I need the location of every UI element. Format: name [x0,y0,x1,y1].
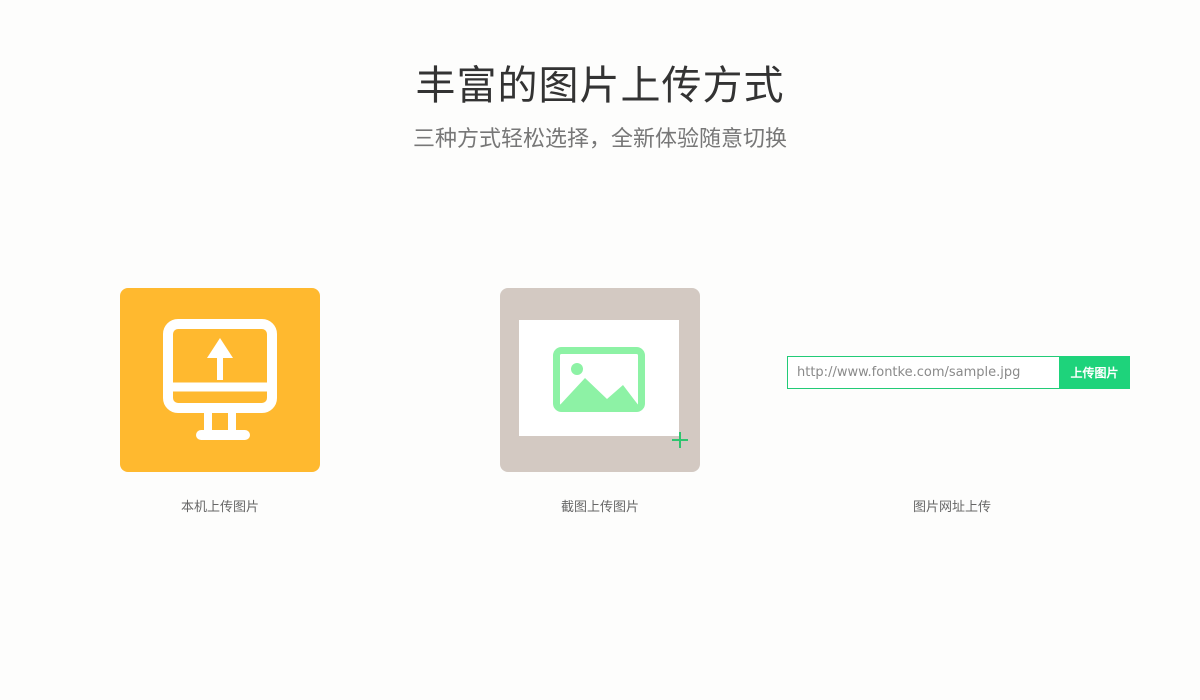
url-upload-label: 图片网址上传 [912,500,991,515]
url-input[interactable] [787,356,1059,389]
monitor-upload-icon [163,319,277,440]
local-upload-card[interactable] [120,288,320,472]
screenshot-canvas [519,320,679,436]
plus-icon[interactable] [670,430,690,450]
page-title: 丰富的图片上传方式 [415,63,785,109]
page-subtitle: 三种方式轻松选择，全新体验随意切换 [412,127,787,152]
upload-image-button[interactable]: 上传图片 [1059,356,1130,389]
image-icon [553,347,645,412]
url-upload-form: 上传图片 [787,356,1130,389]
local-upload-label: 本机上传图片 [180,500,259,515]
screenshot-upload-label: 截图上传图片 [560,500,639,515]
